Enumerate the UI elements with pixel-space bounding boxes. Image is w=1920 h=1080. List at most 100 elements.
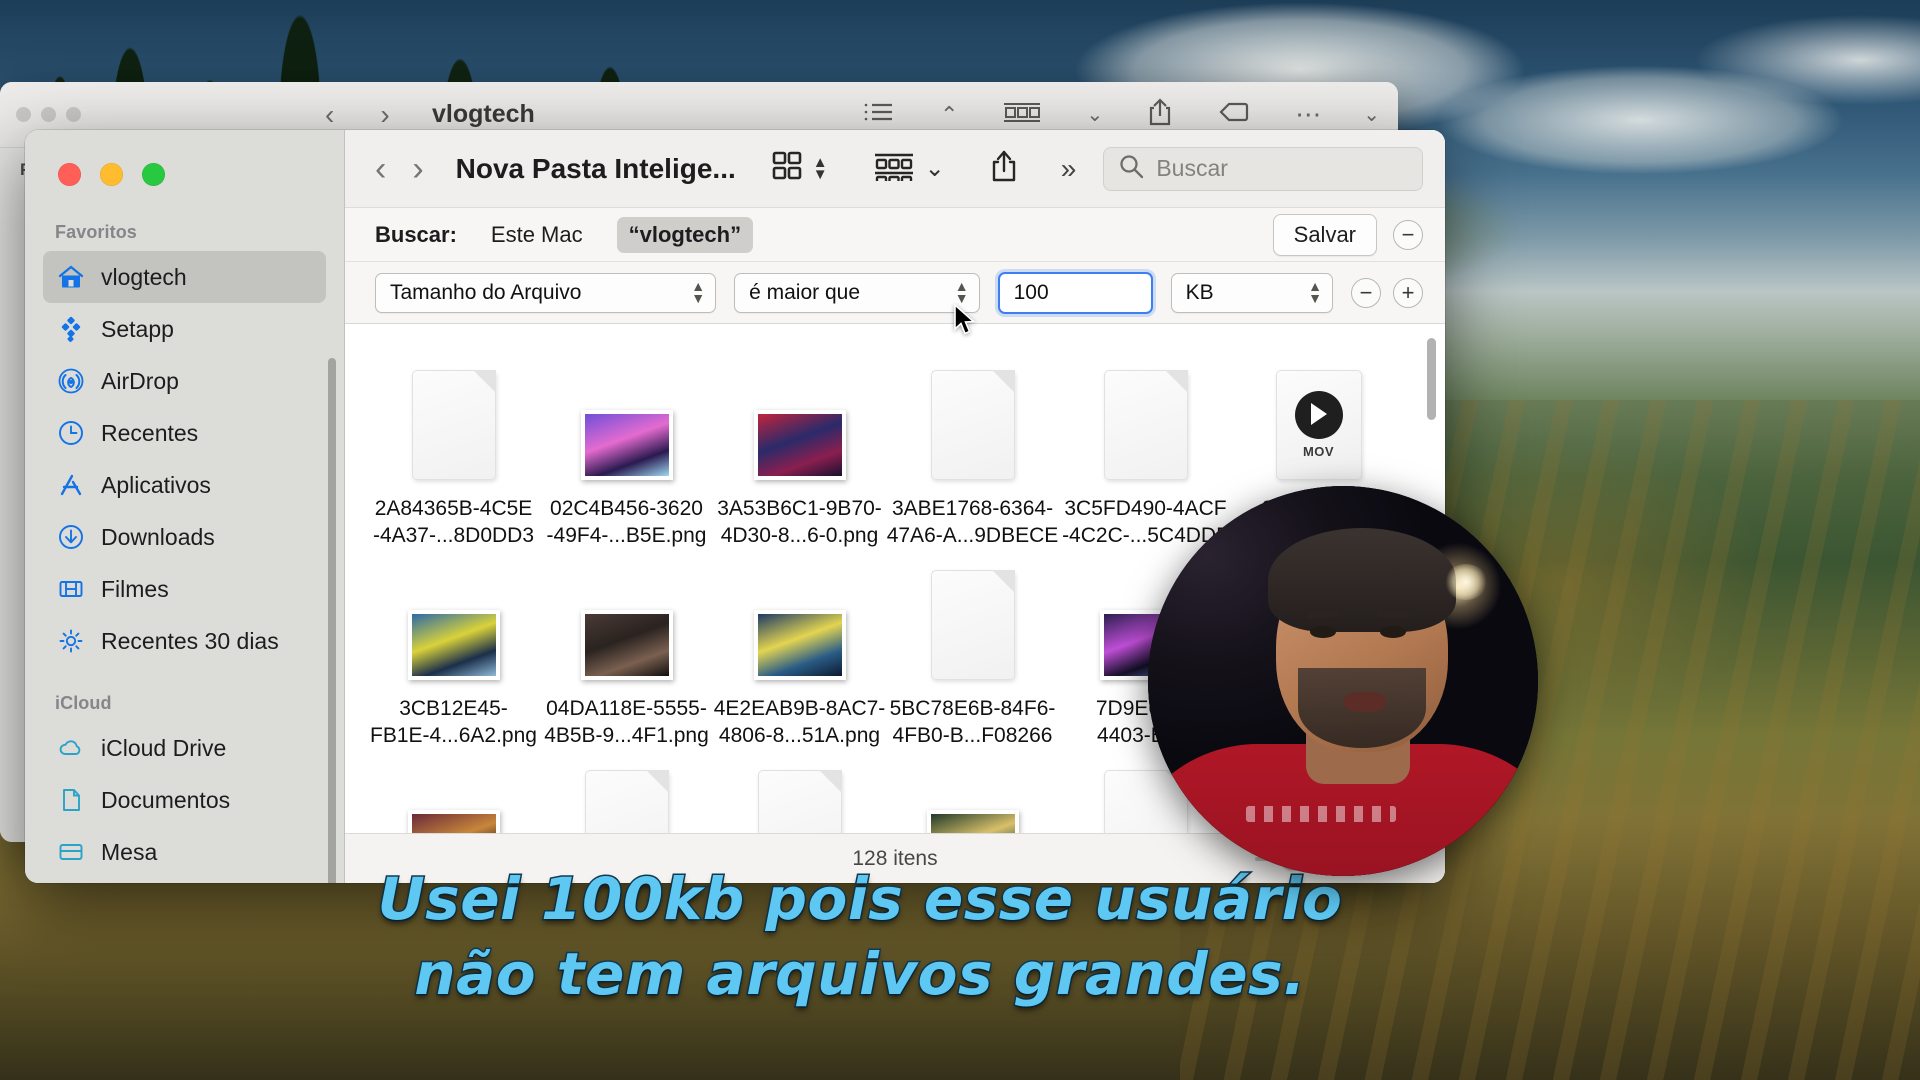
sidebar-item-icloud-drive[interactable]: iCloud Drive — [43, 722, 326, 774]
page-title: Nova Pasta Intelige... — [455, 152, 736, 184]
traffic-lights[interactable] — [25, 130, 344, 186]
criteria-operator-select[interactable]: é maior que ▲ ▼ — [734, 272, 980, 313]
file-item[interactable]: 04DA118E-5555- 4B5B-9...4F1.png — [540, 558, 713, 750]
sidebar-item-label: Aplicativos — [101, 471, 211, 498]
apps-icon — [57, 471, 85, 499]
search-input[interactable]: Buscar — [1103, 146, 1423, 191]
scope-option-este-mac[interactable]: Este Mac — [479, 217, 595, 253]
sidebar-item-documentos[interactable]: Documentos — [43, 774, 326, 826]
webcam-light-glow — [1444, 564, 1488, 600]
file-thumbnail-image — [580, 609, 673, 680]
share-icon[interactable] — [989, 148, 1019, 189]
file-item[interactable]: 3ABE1768-6364- 47A6-A...9DBECE — [886, 358, 1059, 550]
forward-icon[interactable]: › — [412, 152, 423, 186]
sidebar-item-label: Filmes — [101, 575, 169, 602]
grid-view-icon[interactable] — [770, 149, 804, 188]
background-toolbar-icons[interactable]: ⌃ ⌄ ⋯ ⌄ — [862, 97, 1398, 132]
bg-maximize-button[interactable] — [66, 107, 81, 122]
sidebar-item-label: Mesa — [101, 838, 158, 865]
bg-more-icon[interactable]: ⋯ — [1295, 99, 1321, 130]
view-switcher[interactable]: ▲ ▼ — [770, 149, 828, 188]
file-thumbnail-image — [753, 609, 846, 680]
file-item[interactable] — [713, 758, 886, 833]
bg-view-chevron-icon[interactable]: ⌃ — [940, 102, 958, 128]
bg-group-icon[interactable] — [1002, 101, 1042, 128]
group-by-control[interactable]: ⌄ — [872, 151, 945, 186]
criteria-value-input[interactable]: 100 — [997, 271, 1153, 314]
group-by-icon[interactable] — [872, 151, 916, 186]
file-name-label: 3ABE1768-6364- 47A6-A...9DBECE — [886, 497, 1059, 547]
background-traffic-lights[interactable] — [16, 107, 81, 122]
close-button[interactable] — [58, 163, 81, 186]
finder-sidebar[interactable]: Favoritos vlogtech Setapp AirDrop Recent… — [25, 130, 345, 883]
remove-scope-button[interactable]: − — [1393, 219, 1423, 250]
scope-option-vlogtech[interactable]: “vlogtech” — [616, 216, 754, 253]
file-item[interactable] — [367, 758, 540, 833]
bg-group-chevron-icon[interactable]: ⌄ — [1086, 102, 1103, 127]
search-scope-row: Buscar: Este Mac “vlogtech” Salvar − — [345, 208, 1445, 262]
group-chevron-down-icon[interactable]: ⌄ — [925, 154, 945, 183]
save-button[interactable]: Salvar — [1272, 213, 1377, 256]
add-criteria-button[interactable]: + — [1393, 277, 1424, 308]
nav-buttons[interactable]: ‹ › — [375, 152, 424, 186]
gear-icon — [57, 627, 85, 655]
sidebar-item-mesa[interactable]: Mesa — [43, 826, 326, 878]
sidebar-item-label: AirDrop — [101, 367, 179, 394]
file-thumbnail-document — [1103, 370, 1188, 480]
sidebar-item-downloads[interactable]: Downloads — [43, 511, 326, 563]
airdrop-icon — [57, 367, 85, 395]
bg-back-icon[interactable]: ‹ — [325, 99, 334, 131]
criteria-actions: − + — [1351, 277, 1424, 308]
file-thumbnail-image — [407, 609, 500, 680]
sidebar-scroll-area[interactable]: Favoritos vlogtech Setapp AirDrop Recent… — [25, 186, 344, 883]
more-icon[interactable]: » — [1061, 153, 1076, 185]
view-chevron-down-icon[interactable]: ▲ ▼ — [813, 155, 828, 182]
sidebar-item-setapp[interactable]: Setapp — [43, 303, 326, 355]
bg-more-chevron-icon[interactable]: ⌄ — [1363, 102, 1380, 127]
file-grid-scrollbar[interactable] — [1427, 338, 1436, 420]
file-item[interactable]: 2A84365B-4C5E -4A37-...8D0DD3 — [367, 358, 540, 550]
bg-share-icon[interactable] — [1147, 97, 1173, 132]
play-icon — [1294, 391, 1343, 439]
bg-tag-icon[interactable] — [1217, 100, 1251, 129]
sidebar-scrollbar[interactable] — [328, 358, 336, 883]
criteria-unit-select[interactable]: KB ▲ ▼ — [1170, 272, 1334, 313]
sidebar-item-compartilhado[interactable]: Compartilhado — [43, 878, 326, 883]
file-item[interactable]: 3CB12E45- FB1E-4...6A2.png — [367, 558, 540, 750]
sidebar-item-label: Documentos — [101, 786, 231, 813]
file-item[interactable]: 4E2EAB9B-8AC7- 4806-8...51A.png — [713, 558, 886, 750]
file-name-label: 4E2EAB9B-8AC7- 4806-8...51A.png — [713, 696, 886, 747]
bg-forward-icon[interactable]: › — [380, 99, 389, 131]
maximize-button[interactable] — [142, 163, 165, 186]
criteria-attribute-value: Tamanho do Arquivo — [390, 280, 582, 304]
sidebar-item-aplicativos[interactable]: Aplicativos — [43, 459, 326, 511]
criteria-value-text: 100 — [1013, 280, 1049, 304]
file-item[interactable]: 3A53B6C1-9B70- 4D30-8...6-0.png — [713, 358, 886, 550]
file-thumbnail-document — [757, 769, 842, 833]
clock-icon — [57, 419, 85, 447]
file-item[interactable] — [540, 758, 713, 833]
sidebar-item-airdrop[interactable]: AirDrop — [43, 355, 326, 407]
bg-close-button[interactable] — [16, 107, 31, 122]
sidebar-item-filmes[interactable]: Filmes — [43, 563, 326, 615]
file-item[interactable] — [886, 758, 1059, 833]
movie-badge-label: MOV — [1302, 444, 1335, 459]
back-icon[interactable]: ‹ — [375, 152, 386, 186]
sidebar-item-recentes[interactable]: Recentes — [43, 407, 326, 459]
sidebar-section-icloud: iCloud — [55, 693, 112, 713]
file-item[interactable]: 02C4B456-3620 -49F4-...B5E.png — [540, 358, 713, 550]
remove-criteria-button[interactable]: − — [1351, 277, 1382, 308]
bg-list-view-icon[interactable] — [862, 100, 896, 129]
sidebar-item-recentes-30-dias[interactable]: Recentes 30 dias — [43, 615, 326, 667]
file-name-label: 3A53B6C1-9B70- 4D30-8...6-0.png — [717, 497, 882, 547]
file-name-label: 2A84365B-4C5E -4A37-...8D0DD3 — [372, 497, 535, 547]
minimize-button[interactable] — [100, 163, 123, 186]
file-thumbnail-document — [584, 769, 669, 833]
sidebar-item-vlogtech[interactable]: vlogtech — [43, 251, 326, 303]
background-nav-buttons[interactable]: ‹ › — [325, 99, 390, 131]
desktop-icon — [57, 838, 85, 866]
bg-minimize-button[interactable] — [41, 107, 56, 122]
file-item[interactable]: 5BC78E6B-84F6- 4FB0-B...F08266 — [886, 558, 1059, 750]
share-button[interactable] — [989, 148, 1019, 189]
criteria-attribute-select[interactable]: Tamanho do Arquivo ▲ ▼ — [375, 272, 717, 313]
